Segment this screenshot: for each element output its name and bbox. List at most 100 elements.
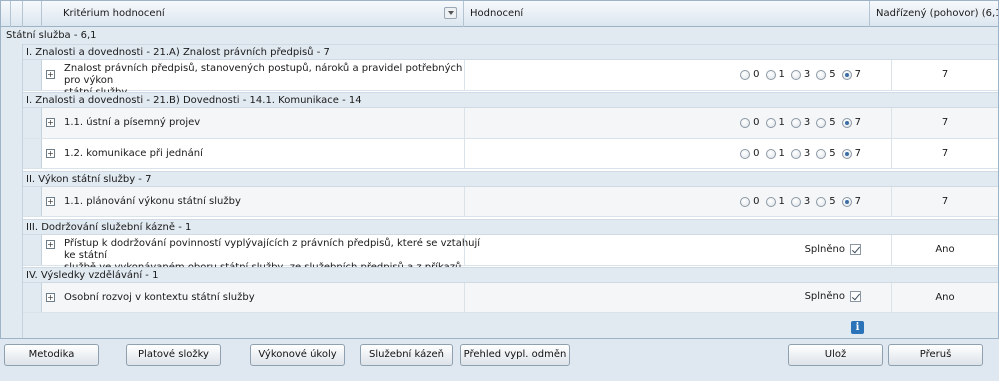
row-strip [23, 283, 42, 312]
expand-icon[interactable]: + [46, 118, 55, 127]
table-row: + 1.2. komunikace při jednání 0 1 3 5 7 7 [23, 139, 998, 169]
rating-cell: 0 1 3 5 7 [464, 139, 892, 168]
rating-option-label: 3 [803, 148, 811, 159]
radio-icon[interactable] [790, 69, 801, 80]
rating-option[interactable]: 3 [790, 69, 811, 80]
group-header[interactable]: III. Dodržování služební kázně - 1 [23, 219, 998, 235]
column-header-nadrizeny[interactable]: Nadřízený (pohovor) (6,1) [870, 1, 998, 27]
group-header[interactable]: IV. Výsledky vzdělávání - 1 [23, 267, 998, 283]
rating-option[interactable]: 5 [816, 148, 836, 159]
row-strip [23, 187, 42, 216]
rating-option[interactable]: 5 [816, 69, 836, 80]
checkmark-icon[interactable] [850, 244, 861, 255]
rating-radio-group[interactable]: 0 1 3 5 7 [734, 196, 861, 207]
rating-option-label: 3 [803, 69, 811, 80]
radio-icon[interactable] [841, 148, 852, 159]
fulfilled-checkbox[interactable]: Splněno [805, 291, 861, 302]
radio-icon[interactable] [740, 148, 751, 159]
row-strip [23, 235, 42, 265]
rating-radio-group[interactable]: 0 1 3 5 7 [734, 148, 861, 159]
rating-option[interactable]: 3 [790, 148, 811, 159]
rating-option[interactable]: 1 [765, 117, 785, 128]
rating-option-label: 5 [829, 148, 836, 159]
radio-icon[interactable] [816, 69, 827, 80]
rating-option[interactable]: 5 [816, 196, 836, 207]
radio-icon[interactable] [841, 69, 852, 80]
vykonove-ukoly-button[interactable]: Výkonové úkoly [250, 344, 345, 366]
rating-option[interactable]: 1 [765, 196, 785, 207]
group-header[interactable]: II. Výkon státní služby - 7 [23, 171, 998, 187]
radio-icon[interactable] [740, 117, 751, 128]
rating-option-label: 7 [854, 69, 861, 80]
rating-option-label: 1 [778, 117, 785, 128]
fulfilled-checkbox[interactable]: Splněno [805, 244, 861, 255]
radio-icon[interactable] [790, 148, 801, 159]
rating-radio-group[interactable]: 0 1 3 5 7 [734, 69, 861, 80]
rating-option[interactable]: 7 [841, 196, 861, 207]
criterion-text: 1.1. ústní a písemný projev [64, 117, 201, 128]
radio-icon[interactable] [790, 117, 801, 128]
rating-cell: Splněno [464, 283, 892, 312]
radio-icon[interactable] [816, 117, 827, 128]
column-header-hodnoceni[interactable]: Hodnocení [464, 1, 870, 27]
criterion-line: Přístup k dodržování povinností vyplývaj… [64, 238, 481, 261]
column-header-kriterium[interactable]: Kritérium hodnocení [42, 1, 464, 27]
rating-option-label: 0 [753, 196, 760, 207]
header-spacer [23, 1, 42, 27]
rating-option[interactable]: 7 [841, 148, 861, 159]
radio-icon[interactable] [841, 196, 852, 207]
info-icon[interactable]: i [851, 321, 864, 334]
rating-option[interactable]: 0 [740, 69, 760, 80]
rating-option[interactable]: 5 [816, 117, 836, 128]
sluzebni-kazen-button[interactable]: Služební kázeň [360, 344, 453, 366]
group-header[interactable]: I. Znalosti a dovednosti - 21.B) Dovedno… [23, 92, 998, 108]
rating-option[interactable]: 0 [740, 148, 760, 159]
prehled-odmen-button[interactable]: Přehled vypl. odměn [460, 344, 570, 366]
radio-icon[interactable] [765, 148, 776, 159]
expand-icon[interactable]: + [46, 149, 55, 158]
rating-option-label: 7 [854, 196, 861, 207]
rating-option-label: 7 [854, 117, 861, 128]
radio-icon[interactable] [765, 69, 776, 80]
radio-icon[interactable] [816, 148, 827, 159]
save-button[interactable]: Ulož [788, 344, 883, 366]
expand-icon[interactable]: + [46, 293, 55, 302]
group-header[interactable]: I. Znalosti a dovednosti - 21.A) Znalost… [23, 44, 998, 60]
expand-icon[interactable]: + [46, 70, 55, 79]
platove-slozky-button[interactable]: Platové složky [126, 344, 221, 366]
fulfilled-label: Splněno [804, 291, 845, 302]
radio-icon[interactable] [740, 196, 751, 207]
metodika-button[interactable]: Metodika [4, 344, 99, 366]
rating-option[interactable]: 7 [841, 117, 861, 128]
radio-icon[interactable] [740, 69, 751, 80]
group-root[interactable]: Státní služba - 6,1 [1, 27, 998, 44]
supervisor-value: Ano [935, 292, 955, 303]
rating-option[interactable]: 0 [740, 196, 760, 207]
sort-icon[interactable] [444, 7, 457, 19]
expand-icon[interactable]: + [46, 240, 55, 249]
radio-icon[interactable] [841, 117, 852, 128]
rating-radio-group[interactable]: 0 1 3 5 7 [734, 117, 861, 128]
rating-option[interactable]: 1 [765, 69, 785, 80]
expand-icon[interactable]: + [46, 197, 55, 206]
checkmark-icon[interactable] [850, 291, 861, 302]
radio-icon[interactable] [816, 196, 827, 207]
radio-icon[interactable] [790, 196, 801, 207]
rating-option[interactable]: 3 [790, 196, 810, 207]
rating-option-label: 5 [829, 69, 836, 80]
row-strip [23, 108, 42, 138]
rating-option[interactable]: 1 [765, 148, 785, 159]
group-label: I. Znalosti a dovednosti - 21.A) Znalost… [26, 47, 330, 58]
rating-option[interactable]: 0 [740, 117, 760, 128]
column-header-nadrizeny-label: Nadřízený (pohovor) (6,1) [876, 8, 999, 19]
interrupt-button[interactable]: Přeruš [888, 344, 983, 366]
rating-cell: 0 1 3 5 7 [464, 108, 892, 138]
radio-icon[interactable] [765, 117, 776, 128]
criterion-line: Znalost právních předpisů, stanovených p… [64, 63, 463, 86]
radio-icon[interactable] [765, 196, 776, 207]
rating-option[interactable]: 7 [841, 69, 861, 80]
table-row: + 1.1. ústní a písemný projev 0 1 3 5 7 7 [23, 108, 998, 139]
rating-option[interactable]: 3 [790, 117, 810, 128]
criterion-text: 1.1. plánování výkonu státní služby [64, 196, 241, 207]
criterion-text: 1.2. komunikace při jednání [64, 148, 203, 159]
